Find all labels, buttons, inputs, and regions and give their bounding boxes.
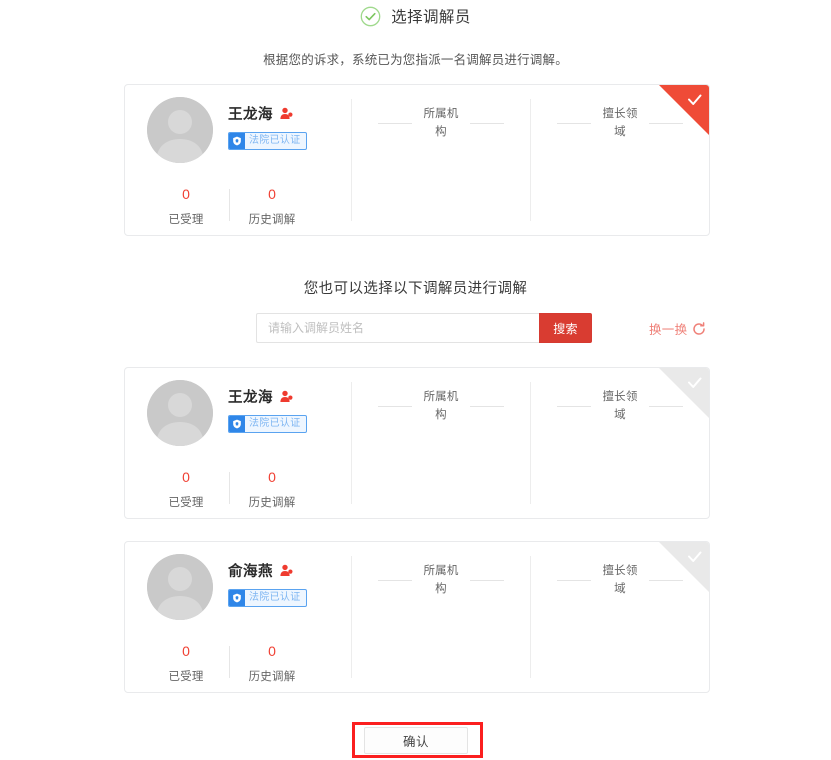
stats-row: 0 已受理 0 历史调解 — [125, 642, 351, 684]
stat-history-label: 历史调解 — [248, 671, 296, 683]
rule-right — [470, 579, 504, 581]
rule-right — [649, 122, 683, 124]
stat-accepted-label: 已受理 — [168, 671, 204, 683]
user-male-icon — [280, 564, 293, 577]
stat-accepted: 0 已受理 — [143, 468, 229, 510]
expertise-column: 擅长领域 — [531, 85, 709, 235]
rule-left — [557, 579, 591, 581]
expertise-label: 擅长领域 — [602, 391, 638, 421]
status-badge-label: 法院已认证 — [249, 418, 301, 429]
stats-row: 0 已受理 0 历史调解 — [125, 185, 351, 227]
search-button[interactable]: 搜索 — [539, 313, 592, 343]
profile-column: 王龙海 法院已认证 0 已受理 0 历史调解 — [125, 368, 351, 518]
alternative-heading: 您也可以选择以下调解员进行调解 — [303, 281, 528, 297]
expertise-label: 擅长领域 — [602, 108, 638, 138]
organization-column: 所属机构 — [352, 542, 530, 692]
profile-column: 俞海燕 法院已认证 0 已受理 0 历史调解 — [125, 542, 351, 692]
expertise-label: 擅长领域 — [602, 565, 638, 595]
avatar — [147, 97, 213, 163]
stat-accepted-value: 0 — [182, 469, 190, 485]
rule-left — [378, 579, 412, 581]
stat-accepted-label: 已受理 — [168, 497, 204, 509]
stat-history: 0 历史调解 — [229, 468, 315, 510]
mediator-card-alt-2[interactable]: 俞海燕 法院已认证 0 已受理 0 历史调解 所属机构 擅长领域 — [124, 541, 710, 693]
stat-history-value: 0 — [268, 643, 276, 659]
status-badge-label: 法院已认证 — [249, 592, 301, 603]
check-circle-icon — [360, 6, 381, 27]
mediator-card-alt-1[interactable]: 王龙海 法院已认证 0 已受理 0 历史调解 所属机构 擅长领域 — [124, 367, 710, 519]
organization-label: 所属机构 — [423, 108, 459, 138]
stat-history-label: 历史调解 — [248, 214, 296, 226]
profile-column: 王龙海 法院已认证 0 已受理 0 历史调解 — [125, 85, 351, 235]
refresh-link[interactable]: 换一换 — [649, 319, 706, 338]
stat-accepted-value: 0 — [182, 186, 190, 202]
shield-verified-icon — [229, 416, 245, 432]
stat-history-value: 0 — [268, 186, 276, 202]
status-badge: 法院已认证 — [228, 589, 307, 607]
refresh-icon — [692, 321, 706, 336]
confirm-button[interactable]: 确认 — [364, 727, 468, 754]
search-row: 搜索 — [256, 313, 592, 343]
page-header: 选择调解员 根据您的诉求，系统已为您指派一名调解员进行调解。 — [0, 0, 831, 68]
status-badge: 法院已认证 — [228, 132, 307, 150]
shield-verified-icon — [229, 133, 245, 149]
rule-left — [378, 122, 412, 124]
shield-verified-icon — [229, 590, 245, 606]
name-row: 王龙海 — [228, 386, 307, 407]
stats-row: 0 已受理 0 历史调解 — [125, 468, 351, 510]
stat-history-label: 历史调解 — [248, 497, 296, 509]
mediator-name: 王龙海 — [228, 390, 273, 406]
stat-accepted-label: 已受理 — [168, 214, 204, 226]
user-male-icon — [280, 390, 293, 403]
search-input[interactable] — [256, 313, 539, 343]
mediator-name: 俞海燕 — [228, 564, 273, 580]
expertise-column: 擅长领域 — [531, 542, 709, 692]
page-title: 选择调解员 — [391, 9, 471, 26]
rule-right — [649, 405, 683, 407]
page-title-row: 选择调解员 — [0, 2, 831, 30]
mediator-name: 王龙海 — [228, 107, 273, 123]
name-row: 王龙海 — [228, 103, 307, 124]
organization-label: 所属机构 — [423, 391, 459, 421]
stat-accepted: 0 已受理 — [143, 642, 229, 684]
avatar — [147, 554, 213, 620]
expertise-column: 擅长领域 — [531, 368, 709, 518]
rule-right — [649, 579, 683, 581]
mediator-card-assigned[interactable]: 王龙海 法院已认证 0 已受理 0 历史调解 所属机构 擅长领域 — [124, 84, 710, 236]
rule-left — [557, 122, 591, 124]
rule-left — [557, 405, 591, 407]
rule-right — [470, 405, 504, 407]
organization-column: 所属机构 — [352, 368, 530, 518]
organization-label: 所属机构 — [423, 565, 459, 595]
stat-history: 0 历史调解 — [229, 642, 315, 684]
user-male-icon — [280, 107, 293, 120]
stat-accepted: 0 已受理 — [143, 185, 229, 227]
stat-history: 0 历史调解 — [229, 185, 315, 227]
stat-accepted-value: 0 — [182, 643, 190, 659]
stat-history-value: 0 — [268, 469, 276, 485]
organization-column: 所属机构 — [352, 85, 530, 235]
refresh-label: 换一换 — [649, 323, 688, 337]
name-row: 俞海燕 — [228, 560, 307, 581]
rule-left — [378, 405, 412, 407]
status-badge-label: 法院已认证 — [249, 135, 301, 146]
page-subtitle: 根据您的诉求，系统已为您指派一名调解员进行调解。 — [263, 53, 568, 67]
rule-right — [470, 122, 504, 124]
status-badge: 法院已认证 — [228, 415, 307, 433]
avatar — [147, 380, 213, 446]
